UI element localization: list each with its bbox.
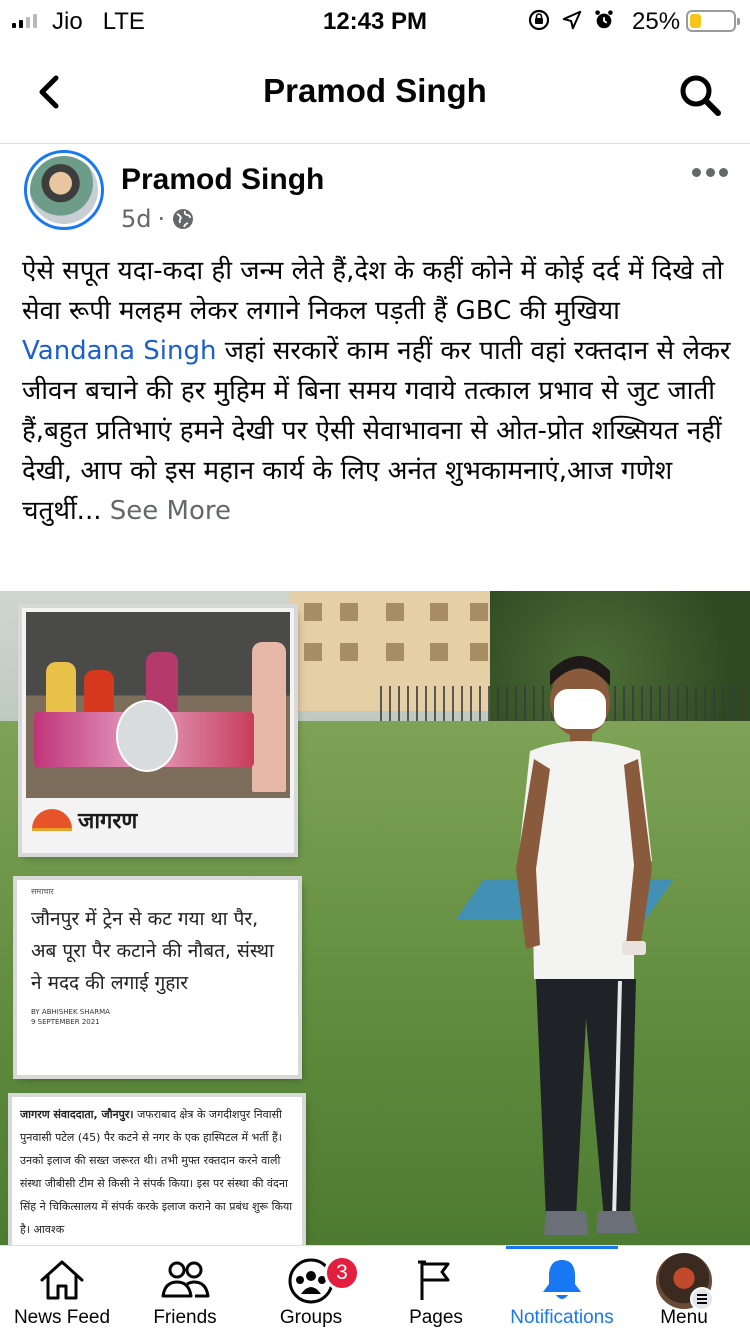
- location-arrow-icon: [562, 10, 582, 30]
- news-dateline: जागरण संवाददाता, जौनपुर।: [20, 1108, 134, 1121]
- news-byline: BY ABHISHEK SHARMA: [31, 1008, 110, 1016]
- more-options-button[interactable]: [692, 168, 728, 178]
- status-bar: Jio LTE 12:43 PM 25%: [0, 0, 750, 40]
- post-meta: 5d ·: [121, 205, 195, 233]
- orientation-lock-icon: [528, 9, 550, 31]
- newspaper-masthead: जागरण: [26, 798, 290, 842]
- post-text-part1: ऐसे सपूत यदा-कदा ही जन्म लेते हैं,देश के…: [22, 256, 724, 326]
- news-body: जफराबाद क्षेत्र के जगदीशपुर निवासी पुनवा…: [20, 1108, 293, 1236]
- newspaper-headline-clipping: समाचार जौनपुर में ट्रेन से कट गया था पैर…: [17, 880, 298, 1075]
- newspaper-body-clipping: जागरण संवाददाता, जौनपुर। जफराबाद क्षेत्र…: [12, 1097, 302, 1245]
- news-headline: जौनपुर में ट्रेन से कट गया था पैर, अब पू…: [31, 908, 274, 994]
- notification-badge: 3: [324, 1255, 360, 1291]
- tab-label: Menu: [660, 1307, 708, 1328]
- page-title: Pramod Singh: [263, 72, 487, 109]
- blurred-face: [116, 700, 178, 772]
- post-image[interactable]: जागरण समाचार जौनपुर में ट्रेन से कट गया …: [0, 591, 750, 1245]
- battery-percent: 25%: [632, 8, 681, 35]
- post-time[interactable]: 5d: [121, 205, 152, 233]
- bottom-tab-bar: News Feed Friends 3 Groups Pages Notific…: [0, 1245, 750, 1334]
- friends-icon: [161, 1261, 210, 1298]
- hamburger-menu-icon: [690, 1287, 714, 1311]
- newspaper-name: जागरण: [78, 809, 138, 834]
- bell-icon: [543, 1260, 581, 1299]
- post-text: ऐसे सपूत यदा-कदा ही जन्म लेते हैं,देश के…: [22, 251, 732, 531]
- news-category: समाचार: [31, 887, 54, 896]
- search-icon: [680, 75, 721, 116]
- author-avatar[interactable]: [24, 150, 104, 230]
- see-more-link[interactable]: See More: [101, 496, 231, 526]
- battery-icon: [686, 10, 740, 32]
- globe-icon: [173, 209, 194, 229]
- newspaper-photo-clipping: जागरण: [22, 608, 294, 853]
- meta-separator: ·: [157, 205, 166, 233]
- woman-in-mask-figure: [516, 656, 652, 1235]
- news-date: 9 SEPTEMBER 2021: [31, 1018, 100, 1026]
- flag-icon: [418, 1260, 450, 1300]
- alarm-icon: [595, 10, 613, 29]
- home-icon: [40, 1260, 84, 1300]
- mention-link[interactable]: Vandana Singh: [22, 336, 216, 366]
- battery-level-fill: [690, 14, 701, 28]
- author-name[interactable]: Pramod Singh: [121, 163, 324, 197]
- nav-header: Pramod Singh: [0, 40, 750, 144]
- jagran-logo-icon: [32, 809, 72, 831]
- search-button[interactable]: [676, 72, 724, 118]
